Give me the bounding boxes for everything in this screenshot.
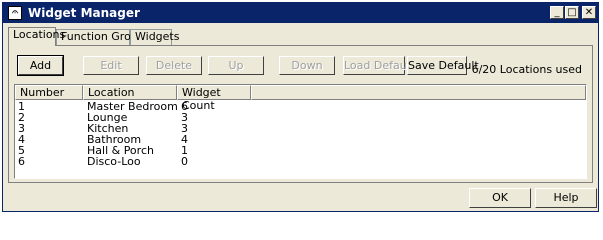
tab-widgets[interactable]: Widgets [130,29,179,45]
edit-button[interactable]: Edit [83,56,139,75]
ok-button[interactable]: OK [469,188,531,208]
table-row[interactable]: 6 Disco-Loo 0 [15,156,586,167]
widget-manager-window: 𝄐 Widget Manager _ □ ✕ Locations Functio… [2,2,599,212]
column-number[interactable]: Number△ [15,85,88,100]
column-widget-count[interactable]: Widget Count [177,85,251,112]
cell-location: Disco-Loo [87,155,141,168]
up-button[interactable]: Up [208,56,264,75]
app-icon[interactable]: 𝄐 [8,6,22,20]
tab-function-groups[interactable]: Function Groups [56,29,151,45]
save-default-button[interactable]: Save Default [407,56,479,75]
add-button[interactable]: Add [17,55,64,76]
column-number-label: Number [20,86,65,99]
maximize-button[interactable]: □ [565,6,579,19]
window-title: Widget Manager [28,6,140,20]
title-bar[interactable]: 𝄐 Widget Manager _ □ ✕ [3,3,598,23]
minimize-button[interactable]: _ [550,6,564,19]
tab-locations[interactable]: Locations [8,27,65,46]
cell-number: 6 [18,155,25,168]
close-button[interactable]: ✕ [582,6,596,19]
help-button[interactable]: Help [535,188,597,208]
column-filler [251,85,586,100]
column-location[interactable]: Location [83,85,177,100]
delete-button[interactable]: Delete [146,56,202,75]
down-button[interactable]: Down [279,56,335,75]
locations-list[interactable]: Number△ Location Widget Count 1 Master B… [14,84,587,179]
cell-widget-count: 0 [181,155,188,168]
locations-panel: Add Edit Delete Up Down Load Default Sav… [8,45,593,183]
list-header: Number△ Location Widget Count [15,85,586,112]
locations-used-status: 6/20 Locations used [471,63,582,76]
load-default-button[interactable]: Load Default [343,56,414,75]
